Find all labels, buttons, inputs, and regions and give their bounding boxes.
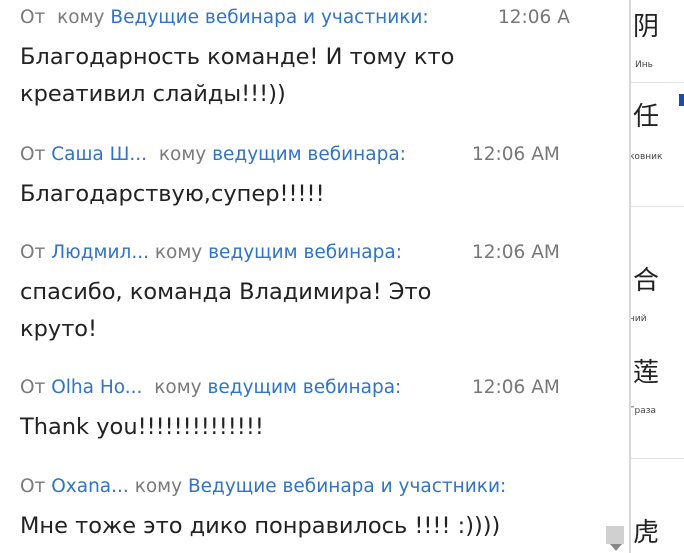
to-label: кому [134, 476, 183, 497]
side-glyph: 虎 [633, 518, 660, 548]
message-header: От кому Ведущие вебинара и участники: 12… [20, 6, 580, 30]
from-label: От [20, 7, 46, 28]
from-label: От [20, 242, 46, 263]
from-label: От [20, 476, 46, 497]
chat-message: От Людмил... кому ведущим вебинара: 12:0… [20, 241, 580, 348]
to-label: кому [154, 377, 202, 398]
scrollbar-thumb[interactable] [606, 526, 624, 544]
side-glyph: 任 [633, 102, 660, 132]
message-time: 12:06 AM [472, 242, 560, 263]
from-label: От [20, 144, 46, 165]
message-text: Благодарствую,супер!!!!! [20, 181, 325, 207]
message-text: Мне тоже это дико понравилось !!!! :)))) [20, 513, 501, 539]
sender-name[interactable]: Саша Ш... [51, 144, 147, 165]
chat-message: От Oxana... кому Ведущие вебинара и учас… [20, 475, 580, 545]
side-caption: Граза [631, 406, 657, 416]
side-caption: ний [631, 314, 647, 324]
message-time: 12:06 AM [472, 144, 560, 165]
side-divider [631, 458, 684, 459]
side-glyph: 合 [633, 266, 660, 296]
message-text: Thank you!!!!!!!!!!!!!! [20, 414, 264, 440]
recipient-name[interactable]: ведущим вебинара: [212, 144, 406, 165]
message-text: спасибо, команда Владимира! Это круто! [20, 279, 432, 342]
recipient-name[interactable]: Ведущие вебинара и участники: [188, 476, 506, 497]
side-caption: ковник [631, 152, 663, 162]
sender-name[interactable]: Oxana... [51, 476, 129, 497]
side-glyph: 莲 [633, 358, 660, 388]
recipient-name[interactable]: ведущим вебинара: [208, 377, 402, 398]
to-label: кому [158, 144, 207, 165]
to-label: кому [154, 242, 203, 263]
recipient-name[interactable]: ведущим вебинара: [208, 242, 402, 263]
chat-message: От Саша Ш... кому ведущим вебинара: 12:0… [20, 143, 580, 213]
side-caption: Инь [635, 60, 653, 70]
side-divider [631, 206, 684, 207]
to-label: кому [57, 7, 105, 28]
side-accent-mark [679, 94, 684, 106]
chat-message: От кому Ведущие вебинара и участники: 12… [20, 6, 580, 113]
message-header: От Людмил... кому ведущим вебинара: 12:0… [20, 241, 580, 265]
message-time: 12:06 AM [472, 377, 560, 398]
scroll-down-arrow-icon[interactable] [610, 544, 622, 551]
sender-name[interactable]: Olha Ho... [51, 377, 142, 398]
from-label: От [20, 377, 46, 398]
chat-message-list[interactable]: От кому Ведущие вебинара и участники: 12… [0, 0, 630, 553]
message-text: Благодарность команде! И тому кто креати… [20, 44, 455, 107]
message-header: От Olha Ho... кому ведущим вебинара: 12:… [20, 376, 580, 400]
side-divider [631, 82, 684, 83]
background-side-panel: 阴 Инь 任 ковник 合 ний 莲 Граза 虎 [631, 0, 684, 553]
message-time: 12:06 A [498, 7, 570, 28]
chat-message: От Olha Ho... кому ведущим вебинара: 12:… [20, 376, 580, 446]
message-header: От Oxana... кому Ведущие вебинара и учас… [20, 475, 580, 499]
side-glyph: 阴 [633, 12, 660, 42]
sender-name[interactable]: Людмил... [51, 242, 149, 263]
message-header: От Саша Ш... кому ведущим вебинара: 12:0… [20, 143, 580, 167]
recipient-name[interactable]: Ведущие вебинара и участники: [110, 7, 428, 28]
